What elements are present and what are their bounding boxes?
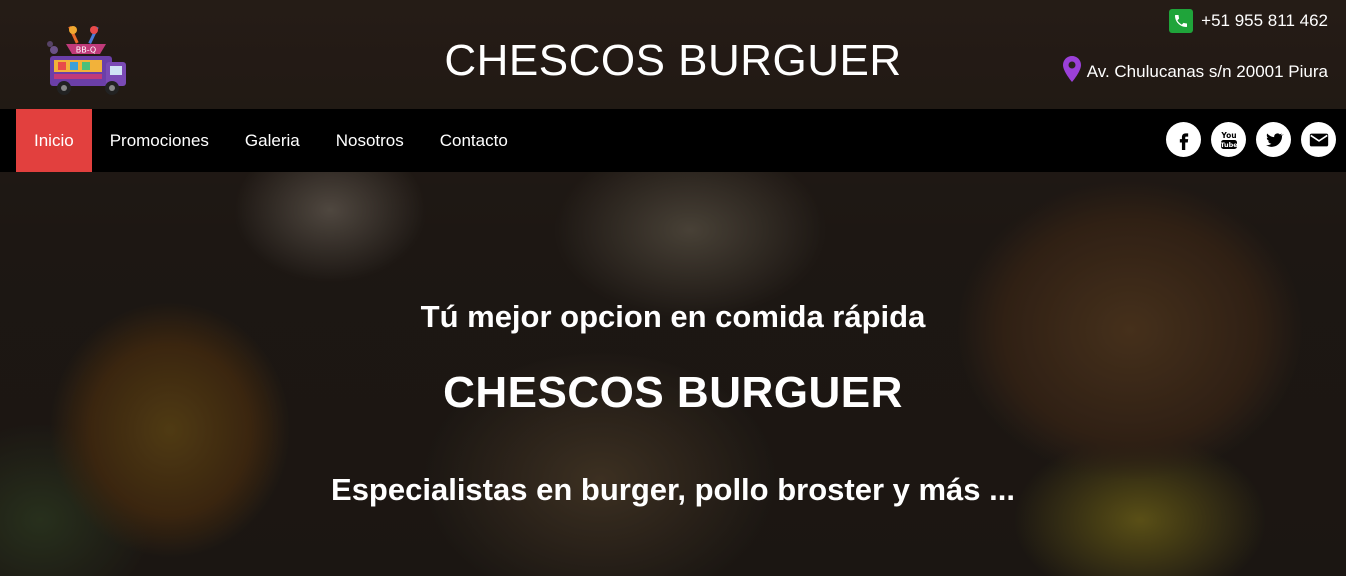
nav-menu: Inicio Promociones Galeria Nosotros Cont… xyxy=(16,109,526,172)
phone-number: +51 955 811 462 xyxy=(1201,11,1328,30)
svg-text:You: You xyxy=(1220,131,1236,140)
youtube-icon[interactable]: You Tube xyxy=(1211,122,1246,157)
contact-phone[interactable]: +51 955 811 462 xyxy=(1169,9,1328,33)
contact-address[interactable]: Av. Chulucanas s/n 20001 Piura xyxy=(1062,56,1328,87)
twitter-icon[interactable] xyxy=(1256,122,1291,157)
nav-item-inicio[interactable]: Inicio xyxy=(16,109,92,172)
nav-item-contacto[interactable]: Contacto xyxy=(422,109,526,172)
nav-item-promociones[interactable]: Promociones xyxy=(92,109,227,172)
nav-item-nosotros[interactable]: Nosotros xyxy=(318,109,422,172)
hero-title: CHESCOS BURGUER xyxy=(443,368,903,417)
main-navbar: Inicio Promociones Galeria Nosotros Cont… xyxy=(0,109,1346,172)
facebook-icon[interactable] xyxy=(1166,122,1201,157)
address-text: Av. Chulucanas s/n 20001 Piura xyxy=(1086,61,1328,81)
phone-icon xyxy=(1169,9,1194,33)
hero-subtitle: Especialistas en burger, pollo broster y… xyxy=(331,472,1015,507)
email-icon[interactable] xyxy=(1301,122,1336,157)
hero-tagline: Tú mejor opcion en comida rápida xyxy=(420,299,926,334)
social-links: You Tube xyxy=(1166,122,1336,157)
svg-text:Tube: Tube xyxy=(1220,141,1238,149)
map-pin-icon xyxy=(1062,56,1081,87)
nav-item-galeria[interactable]: Galeria xyxy=(227,109,318,172)
